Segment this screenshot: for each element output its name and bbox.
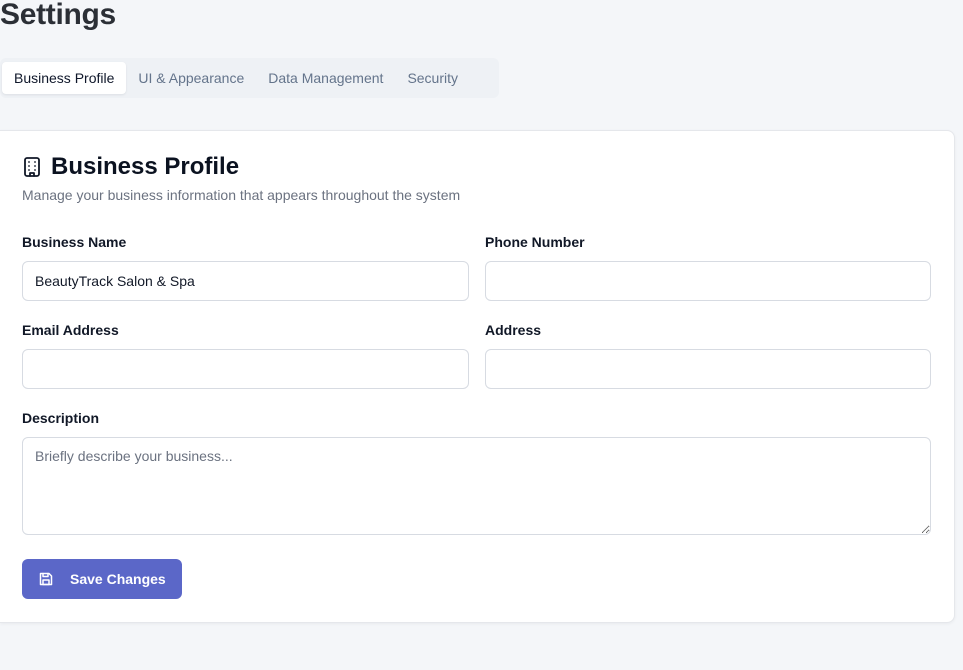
description-textarea[interactable] [22, 437, 931, 535]
save-changes-button[interactable]: Save Changes [22, 559, 182, 599]
business-profile-card: Business Profile Manage your business in… [0, 130, 955, 623]
page-title: Settings [0, 0, 116, 31]
email-address-label: Email Address [22, 322, 119, 338]
business-name-input[interactable] [22, 261, 469, 301]
business-name-label: Business Name [22, 234, 127, 250]
tab-business-profile[interactable]: Business Profile [2, 62, 127, 94]
card-title: Business Profile [51, 153, 240, 180]
address-input[interactable] [485, 349, 931, 389]
email-address-input[interactable] [22, 349, 469, 389]
card-header: Business Profile [22, 153, 239, 181]
tab-ui-appearance[interactable]: UI & Appearance [126, 62, 256, 94]
description-label: Description [22, 410, 100, 426]
save-button-label: Save Changes [70, 571, 166, 587]
tab-security[interactable]: Security [395, 62, 470, 94]
phone-number-input[interactable] [485, 261, 931, 301]
tab-data-management[interactable]: Data Management [256, 62, 395, 94]
save-icon [38, 571, 54, 587]
settings-tabs: Business Profile UI & Appearance Data Ma… [0, 58, 499, 98]
phone-number-label: Phone Number [485, 234, 585, 250]
address-label: Address [485, 322, 542, 338]
building-icon [22, 156, 42, 178]
card-subtitle: Manage your business information that ap… [22, 187, 461, 203]
